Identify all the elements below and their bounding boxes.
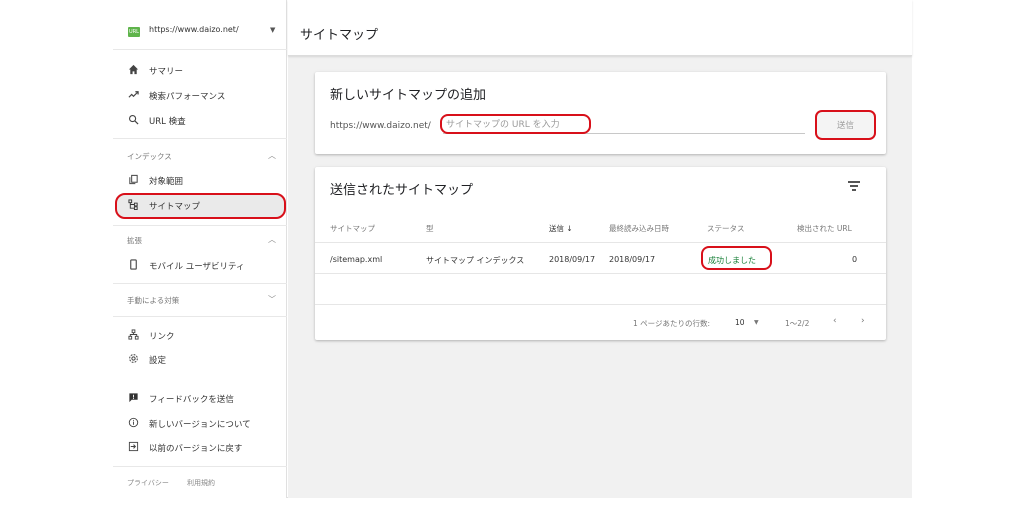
phone-icon xyxy=(127,259,139,271)
page-range: 1〜2/2 xyxy=(785,319,810,328)
sidebar-item-performance[interactable]: 検索パフォーマンス xyxy=(113,86,287,106)
section-label: 拡張 xyxy=(127,236,142,245)
empty-row xyxy=(315,275,886,305)
sidebar-item-sitemaps[interactable]: サイトマップ xyxy=(113,196,287,216)
chevron-up-icon: ︿ xyxy=(268,151,276,160)
top-bar: サイトマップ xyxy=(288,0,912,56)
sidebar-item-coverage[interactable]: 対象範囲 xyxy=(113,171,287,191)
table-row[interactable]: /sitemap.xml サイトマップ インデックス 2018/09/17 20… xyxy=(315,244,886,274)
sidebar-item-label: URL 検査 xyxy=(149,117,186,127)
caret-down-icon[interactable]: ▼ xyxy=(270,26,275,34)
section-index[interactable]: インデックス ︿ xyxy=(113,148,287,166)
rows-per-page-select[interactable]: 10 xyxy=(735,318,745,327)
search-icon xyxy=(127,114,139,126)
cell-status: 成功しました xyxy=(708,256,756,265)
page-title: サイトマップ xyxy=(300,28,379,43)
pagination: 1 ページあたりの行数: 10 ▼ 1〜2/2 ‹ › xyxy=(315,306,886,340)
submitted-sitemaps-card: 送信されたサイトマップ サイトマップ 型 送信 ↓ 最終読み込み日時 ステータス… xyxy=(315,167,886,340)
sidebar-item-label: 以前のバージョンに戻す xyxy=(149,444,243,454)
cell-detected-urls: 0 xyxy=(852,255,858,264)
cell-type: サイトマップ インデックス xyxy=(426,256,525,265)
section-enhancements[interactable]: 拡張 ︿ xyxy=(113,232,287,250)
add-sitemap-title: 新しいサイトマップの追加 xyxy=(330,88,487,103)
chevron-left-icon[interactable]: ‹ xyxy=(833,316,837,326)
chevron-down-icon: ﹀ xyxy=(268,295,276,304)
sitemap-url-input[interactable] xyxy=(443,117,805,134)
sidebar-item-url-inspection[interactable]: URL 検査 xyxy=(113,111,287,131)
network-icon xyxy=(127,329,139,341)
table-header: サイトマップ 型 送信 ↓ 最終読み込み日時 ステータス 検出された URL xyxy=(315,215,886,243)
search-console-app: URL https://www.daizo.net/ ▼ サマリー 検索パフォー… xyxy=(113,0,912,498)
sidebar-divider xyxy=(113,283,287,284)
sidebar-item-new-version[interactable]: 新しいバージョンについて xyxy=(113,414,287,434)
cell-submitted: 2018/09/17 xyxy=(549,255,596,264)
section-label: 手動による対策 xyxy=(127,296,180,305)
column-status[interactable]: ステータス xyxy=(707,223,745,234)
sidebar-item-label: リンク xyxy=(149,332,175,342)
sidebar-item-old-version[interactable]: 以前のバージョンに戻す xyxy=(113,438,287,458)
info-icon xyxy=(127,417,139,429)
sidebar-item-label: 検索パフォーマンス xyxy=(149,92,226,102)
exit-icon xyxy=(127,441,139,453)
sidebar-footer: プライバシー 利用規約 xyxy=(113,466,287,498)
terms-link[interactable]: 利用規約 xyxy=(187,478,215,488)
home-icon xyxy=(127,64,139,76)
sidebar-item-settings[interactable]: 設定 xyxy=(113,350,287,370)
sidebar-item-label: 対象範囲 xyxy=(149,177,184,187)
property-badge-icon: URL xyxy=(128,27,140,37)
section-label: インデックス xyxy=(127,152,172,161)
sidebar-item-links[interactable]: リンク xyxy=(113,326,287,346)
filter-icon[interactable] xyxy=(848,181,860,191)
cell-last-read: 2018/09/17 xyxy=(609,255,656,264)
sidebar-divider xyxy=(113,225,287,226)
gear-icon xyxy=(127,353,139,365)
sidebar-item-label: サマリー xyxy=(149,67,184,77)
sitemap-icon xyxy=(127,199,139,211)
column-submitted[interactable]: 送信 ↓ xyxy=(549,223,573,234)
privacy-link[interactable]: プライバシー xyxy=(127,478,169,488)
url-prefix: https://www.daizo.net/ xyxy=(330,121,431,131)
add-sitemap-card: 新しいサイトマップの追加 https://www.daizo.net/ 送信 xyxy=(315,72,886,154)
column-sitemap[interactable]: サイトマップ xyxy=(330,223,375,234)
submitted-sitemaps-title: 送信されたサイトマップ xyxy=(330,183,474,198)
property-url: https://www.daizo.net/ xyxy=(149,25,239,34)
chevron-right-icon[interactable]: › xyxy=(861,316,865,326)
copy-icon xyxy=(127,174,139,186)
sidebar-item-mobile-usability[interactable]: モバイル ユーザビリティ xyxy=(113,256,287,276)
sidebar-item-label: モバイル ユーザビリティ xyxy=(149,262,245,272)
submit-button[interactable]: 送信 xyxy=(815,110,876,140)
main-content: サイトマップ 新しいサイトマップの追加 https://www.daizo.ne… xyxy=(288,0,912,498)
section-manual-actions[interactable]: 手動による対策 ﹀ xyxy=(113,292,287,310)
sidebar-item-feedback[interactable]: フィードバックを送信 xyxy=(113,389,287,409)
caret-down-icon[interactable]: ▼ xyxy=(754,319,759,326)
trending-icon xyxy=(127,89,139,101)
sidebar: URL https://www.daizo.net/ ▼ サマリー 検索パフォー… xyxy=(113,0,287,498)
sidebar-item-label: 設定 xyxy=(149,356,167,366)
sidebar-divider xyxy=(113,138,287,139)
property-selector[interactable]: URL https://www.daizo.net/ ▼ xyxy=(113,0,287,50)
rows-per-page-label: 1 ページあたりの行数: xyxy=(633,319,711,328)
sidebar-item-label: 新しいバージョンについて xyxy=(149,420,251,430)
sidebar-divider xyxy=(113,316,287,317)
sidebar-item-label: フィードバックを送信 xyxy=(149,395,234,405)
sidebar-item-label: サイトマップ xyxy=(149,202,201,212)
column-last-read[interactable]: 最終読み込み日時 xyxy=(609,223,669,234)
chevron-up-icon: ︿ xyxy=(268,235,276,244)
column-detected-urls[interactable]: 検出された URL xyxy=(797,223,852,234)
column-type[interactable]: 型 xyxy=(426,223,434,234)
cell-sitemap: /sitemap.xml xyxy=(330,255,383,264)
sidebar-item-summary[interactable]: サマリー xyxy=(113,61,287,81)
feedback-icon xyxy=(127,392,139,404)
